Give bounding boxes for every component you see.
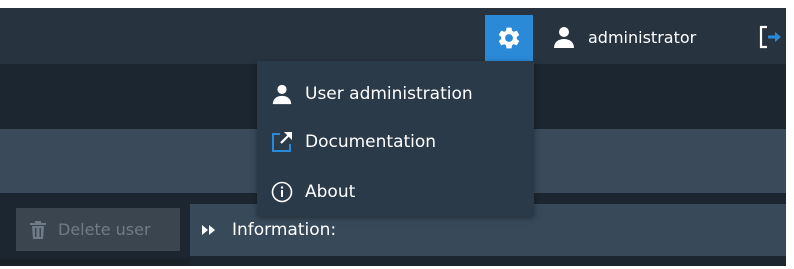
external-link-icon bbox=[269, 131, 295, 153]
double-chevron-right-icon bbox=[202, 224, 216, 236]
app-frame: administrator Delete user Information: U… bbox=[0, 8, 786, 266]
current-user[interactable]: administrator bbox=[552, 22, 696, 52]
settings-dropdown-menu: User administration Documentation About bbox=[257, 61, 534, 216]
logout-button[interactable] bbox=[754, 20, 786, 54]
top-bar: administrator bbox=[0, 8, 786, 64]
info-icon bbox=[269, 181, 295, 203]
menu-item-documentation[interactable]: Documentation bbox=[257, 118, 534, 166]
menu-item-about[interactable]: About bbox=[257, 168, 534, 216]
user-icon bbox=[552, 25, 576, 49]
gear-icon bbox=[498, 27, 520, 49]
menu-item-label: Documentation bbox=[305, 132, 437, 152]
delete-user-label: Delete user bbox=[58, 220, 151, 239]
menu-item-label: About bbox=[305, 182, 356, 202]
logout-icon bbox=[759, 25, 781, 49]
delete-user-button[interactable]: Delete user bbox=[16, 208, 180, 251]
trash-icon bbox=[30, 220, 46, 239]
username-label: administrator bbox=[588, 27, 697, 47]
information-title: Information: bbox=[232, 220, 337, 240]
settings-button[interactable] bbox=[485, 15, 533, 61]
menu-item-user-administration[interactable]: User administration bbox=[257, 70, 534, 118]
user-icon bbox=[269, 83, 295, 105]
left-panel-footer bbox=[0, 258, 190, 266]
menu-item-label: User administration bbox=[305, 84, 473, 104]
